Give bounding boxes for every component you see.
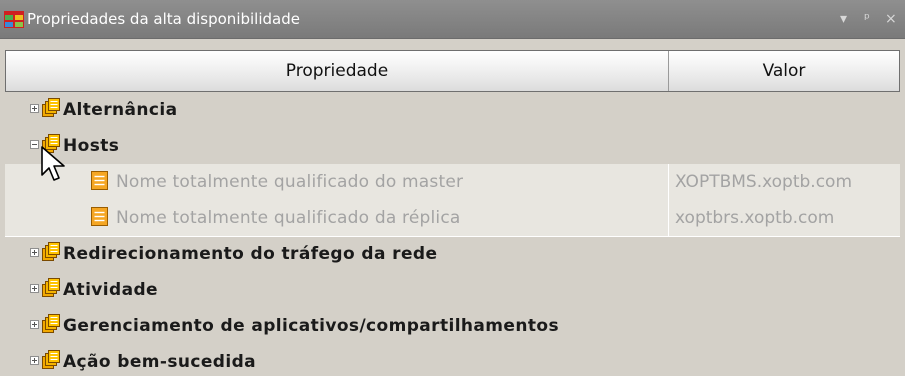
expand-icon[interactable]: [30, 104, 39, 113]
property-row-master-fqdn[interactable]: Nome totalmente qualificado do master XO…: [5, 164, 900, 201]
category-label: Redirecionamento do tráfego da rede: [63, 244, 438, 264]
category-row-activity[interactable]: Atividade: [5, 272, 900, 308]
window-title: Propriedades da alta disponibilidade: [27, 10, 300, 28]
value-cell[interactable]: XOPTBMS.xoptb.com: [668, 164, 900, 200]
category-row-successful-action[interactable]: Ação bem-sucedida: [5, 344, 900, 376]
property-grid: Alternância Hosts Nome totalmente qualif…: [5, 92, 900, 376]
column-header-value[interactable]: Valor: [669, 51, 899, 91]
category-row-application-share-management[interactable]: Gerenciamento de aplicativos/compartilha…: [5, 308, 900, 344]
category-label: Hosts: [63, 136, 120, 156]
stacked-documents-icon: [42, 278, 60, 297]
category-row-switchover[interactable]: Alternância: [5, 92, 900, 128]
collapse-icon[interactable]: [30, 140, 39, 149]
column-header-property[interactable]: Propriedade: [6, 51, 669, 91]
category-label: Alternância: [63, 100, 178, 120]
category-label: Atividade: [63, 280, 158, 300]
expand-icon[interactable]: [30, 284, 39, 293]
property-label: Nome totalmente qualificado da réplica: [116, 208, 461, 228]
property-row-replica-fqdn[interactable]: Nome totalmente qualificado da réplica x…: [5, 200, 900, 237]
value-cell[interactable]: xoptbrs.xoptb.com: [668, 200, 900, 236]
expand-icon[interactable]: [30, 356, 39, 365]
document-icon: [91, 171, 108, 190]
close-button[interactable]: ×: [885, 10, 897, 28]
category-row-hosts[interactable]: Hosts: [5, 128, 900, 164]
high-availability-properties-panel: Propriedades da alta disponibilidade ▾ ᵖ…: [0, 0, 905, 376]
table-header: Propriedade Valor: [5, 50, 900, 92]
category-label: Gerenciamento de aplicativos/compartilha…: [63, 316, 559, 336]
dropdown-button[interactable]: ▾: [840, 10, 847, 28]
title-bar: Propriedades da alta disponibilidade ▾ ᵖ…: [0, 0, 905, 39]
grid-app-icon: [4, 11, 24, 28]
category-label: Ação bem-sucedida: [63, 352, 257, 372]
expand-icon[interactable]: [30, 248, 39, 257]
mouse-pointer-icon: [41, 146, 65, 181]
stacked-documents-icon: [42, 350, 60, 369]
document-icon: [91, 207, 108, 226]
expand-icon[interactable]: [30, 320, 39, 329]
stacked-documents-icon: [42, 98, 60, 117]
stacked-documents-icon: [42, 242, 60, 261]
pin-button[interactable]: ᵖ: [864, 10, 870, 28]
stacked-documents-icon: [42, 314, 60, 333]
category-row-network-traffic-redirection[interactable]: Redirecionamento do tráfego da rede: [5, 236, 900, 272]
property-value: XOPTBMS.xoptb.com: [675, 172, 852, 192]
property-label: Nome totalmente qualificado do master: [116, 172, 464, 192]
property-value: xoptbrs.xoptb.com: [675, 208, 835, 228]
